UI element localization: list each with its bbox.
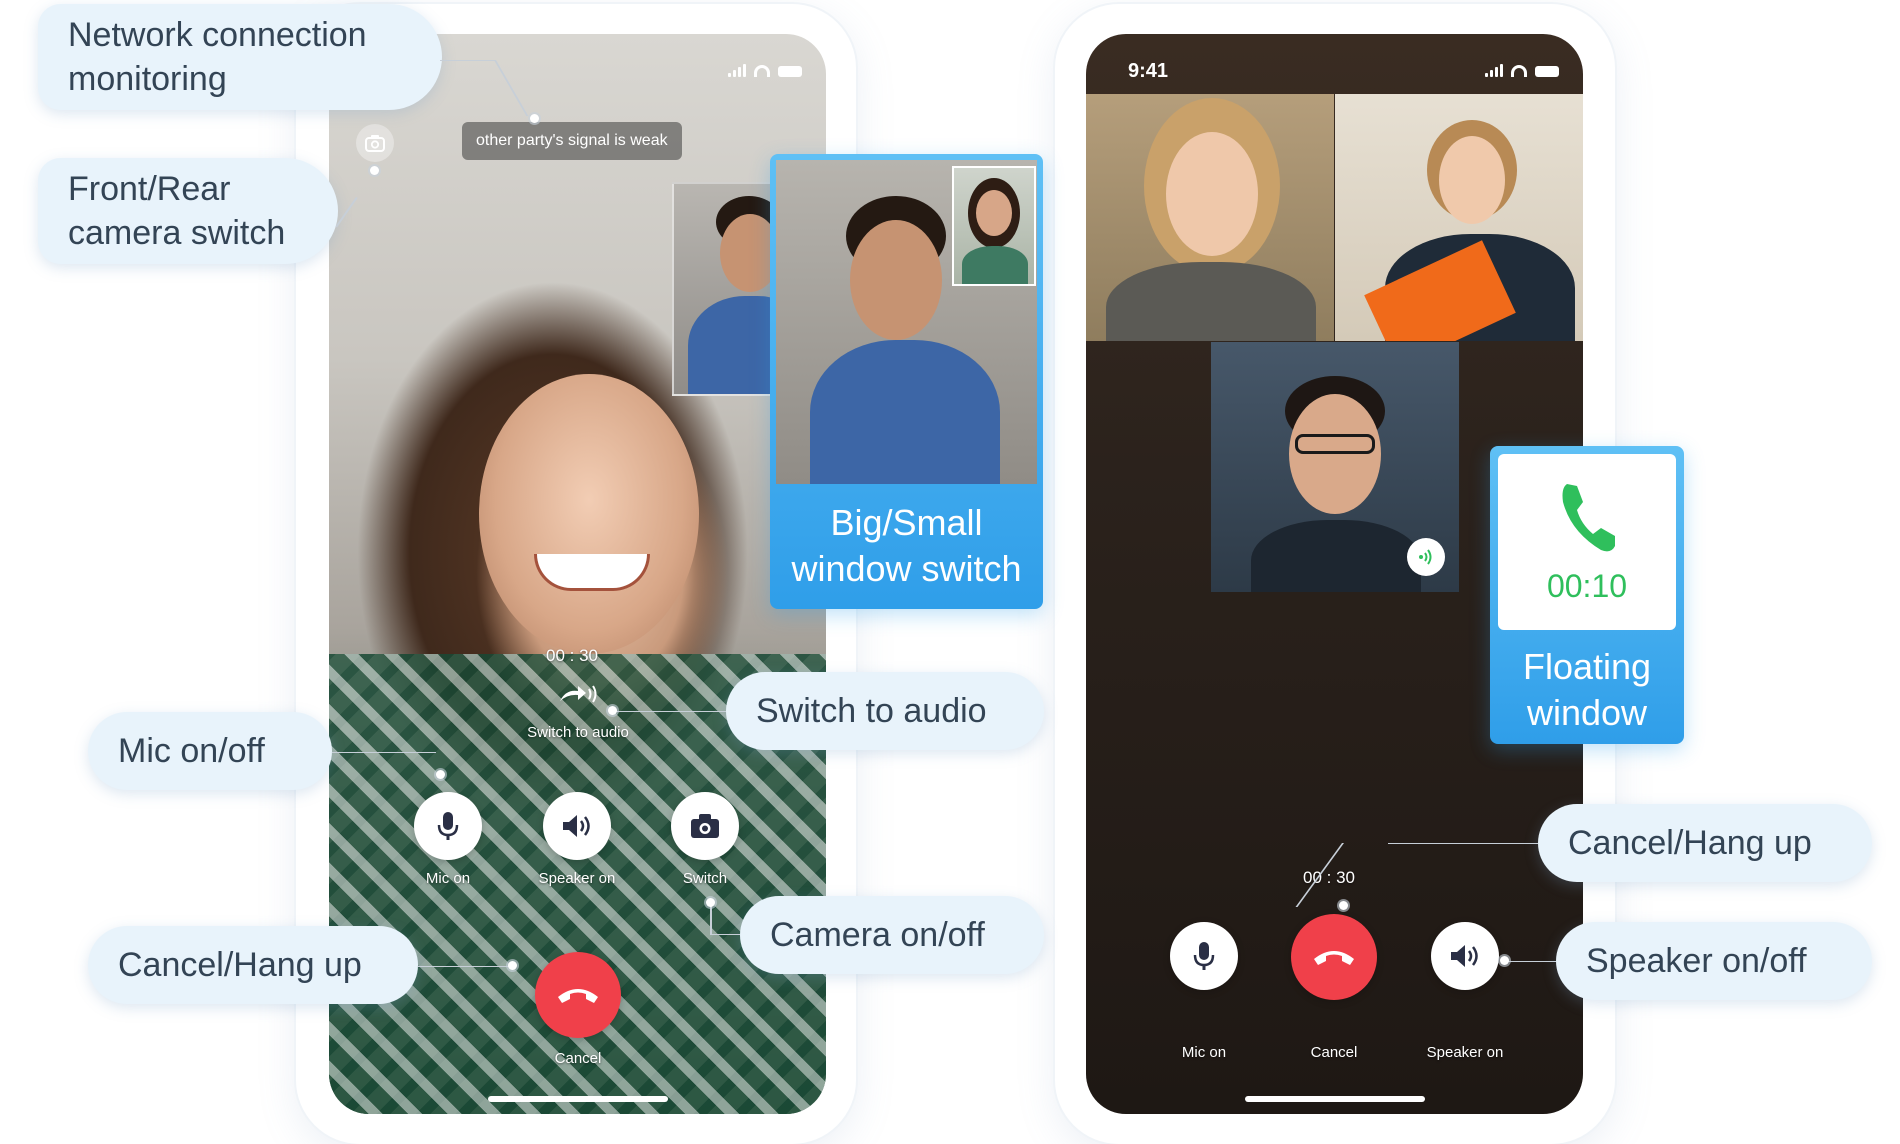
battery-icon (1535, 66, 1559, 77)
switch-to-audio-button[interactable] (537, 670, 619, 718)
big-small-callout-label: Big/Small window switch (791, 502, 1022, 589)
dot-speaker (1500, 956, 1509, 965)
dot-cancel-left (508, 961, 517, 970)
leader-cancel-left (418, 966, 510, 967)
participant-tile-1[interactable] (1086, 94, 1334, 341)
tile3-glasses (1295, 434, 1375, 454)
tile1-body (1106, 262, 1316, 341)
speaker-label: Speaker on (1426, 1044, 1504, 1061)
home-indicator (1244, 1096, 1425, 1102)
participant-tile-3[interactable] (1211, 342, 1459, 592)
hangup-icon (1314, 951, 1354, 965)
small-preview-face (976, 190, 1012, 236)
mic-label: Mic on (425, 870, 471, 887)
callout-cancel-left: Cancel/Hang up (88, 926, 418, 1004)
remote-video-face (479, 374, 699, 654)
mic-icon (1193, 942, 1215, 970)
floating-call-window[interactable]: 00:10 (1498, 454, 1676, 630)
cancel-label: Cancel (1310, 1044, 1358, 1061)
preview-face (850, 220, 942, 340)
speaker-button[interactable] (543, 792, 611, 860)
camera-switch-button[interactable] (356, 124, 394, 162)
hangup-button[interactable] (1291, 914, 1377, 1000)
callout-switch-audio: Switch to audio (726, 672, 1044, 750)
big-small-preview-card: Big/Small window switch (770, 154, 1043, 609)
signal-weak-toast: other party's signal is weak (462, 122, 682, 160)
audio-arrow-icon (560, 685, 597, 703)
status-icons (1485, 64, 1559, 77)
tile3-body (1251, 520, 1421, 592)
sound-wave-icon (1419, 549, 1432, 565)
mic-label: Mic on (1181, 1044, 1227, 1061)
small-window-preview (952, 166, 1036, 286)
small-preview-body (962, 246, 1028, 284)
dot-mic (436, 770, 445, 779)
status-icons (728, 64, 802, 77)
switch-to-audio-label: Switch to audio (527, 724, 629, 741)
callout-mic: Mic on/off (88, 712, 332, 790)
mic-button[interactable] (1170, 922, 1238, 990)
status-bar: 9:41 (1086, 48, 1583, 88)
speaking-indicator (1407, 538, 1445, 576)
dot-cancel-right (1339, 901, 1348, 910)
switch-label: Switch (682, 870, 728, 887)
signal-icon (728, 64, 746, 77)
leader-camera-onoff (710, 904, 712, 934)
callout-speaker: Speaker on/off (1556, 922, 1872, 1000)
leader-speaker (1506, 961, 1556, 962)
speaker-icon (1451, 945, 1478, 967)
camera-icon (691, 814, 719, 838)
floating-window-caption: Floating window (1522, 646, 1652, 733)
speaker-button[interactable] (1431, 922, 1499, 990)
camera-toggle-button[interactable] (671, 792, 739, 860)
callout-camera-onoff: Camera on/off (740, 896, 1044, 974)
dot-camera-switch (370, 166, 379, 175)
participant-tile-2[interactable] (1335, 94, 1583, 341)
status-time: 9:41 (1128, 60, 1169, 82)
callout-camera-switch: Front/Rear camera switch (38, 158, 338, 264)
call-timer: 00 : 30 (546, 646, 598, 665)
wifi-icon (1511, 65, 1527, 77)
speaker-icon (563, 815, 590, 837)
leader-switch-audio (616, 711, 726, 712)
hangup-icon (558, 989, 598, 1003)
battery-icon (778, 66, 802, 77)
signal-icon (1485, 64, 1503, 77)
dot-network (530, 114, 539, 123)
callout-cancel-right: Cancel/Hang up (1538, 804, 1872, 882)
tile1-face (1166, 132, 1258, 256)
leader-network (440, 60, 496, 61)
speaker-label: Speaker on (538, 870, 616, 887)
leader-cancel-right (1388, 843, 1538, 844)
floating-window-time: 00:10 (1546, 567, 1628, 604)
phone-icon (1562, 483, 1615, 551)
wifi-icon (754, 65, 770, 77)
mic-button[interactable] (414, 792, 482, 860)
leader-camera-onoff-h (710, 934, 740, 935)
big-window-preview (776, 160, 1037, 484)
leader-mic (332, 752, 436, 753)
mic-icon (437, 812, 459, 840)
home-indicator (487, 1096, 668, 1102)
hangup-button[interactable] (535, 952, 621, 1038)
camera-switch-icon (365, 135, 385, 152)
callout-network: Network connection monitoring (38, 4, 442, 110)
dot-camera-onoff (706, 898, 715, 907)
tile3-face (1289, 394, 1381, 514)
dot-switch-audio (608, 706, 617, 715)
preview-body (810, 340, 1000, 484)
tile2-face (1439, 136, 1505, 224)
cancel-label: Cancel (554, 1050, 602, 1067)
